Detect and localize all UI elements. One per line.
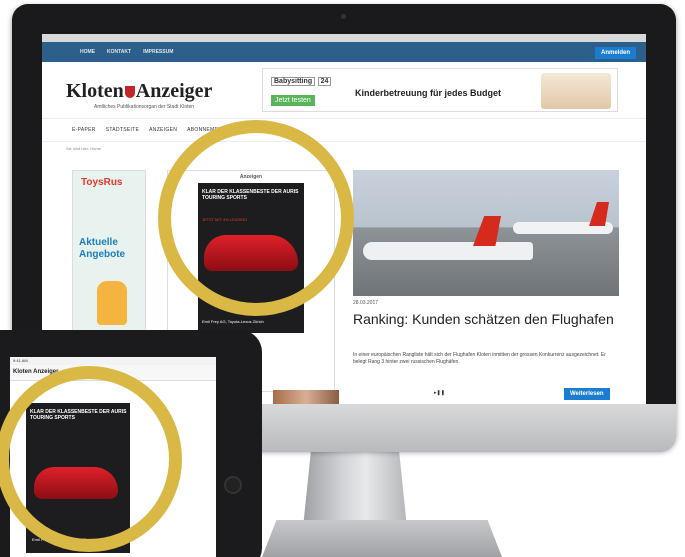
ipad-status-bar: 9:41 AM <box>10 357 216 365</box>
article-date: 28.03.2017 <box>353 300 379 306</box>
toysrus-logo: ToysRus <box>81 177 123 188</box>
slider-pager[interactable]: ▸❚❚ <box>434 390 445 396</box>
giraffe-mascot <box>97 281 127 325</box>
car-ad-dealer: Emil Frey AG, Toyota-Lexus Zürich <box>202 319 264 324</box>
device-mockup-scene: HOME KONTAKT IMPRESSUM Anmelden Kloten An… <box>0 0 685 557</box>
toysrus-text: Aktuelle Angebote <box>79 237 126 260</box>
read-more-button[interactable]: Weiterlesen <box>564 388 610 400</box>
article-headline[interactable]: Ranking: Kunden schätzen den Flughafen <box>353 310 623 328</box>
toysrus-ad[interactable]: ToysRus Aktuelle Angebote <box>72 170 146 332</box>
imac-stand-base <box>262 520 502 557</box>
article-excerpt: In einer europäischen Rangliste hält sic… <box>353 352 606 365</box>
highlight-ring-desktop <box>158 120 354 316</box>
apple-logo-icon <box>334 418 348 434</box>
article-hero-image[interactable] <box>353 170 619 296</box>
ipad-home-button-icon[interactable] <box>224 476 242 494</box>
news-thumbnail-strip[interactable] <box>273 390 339 404</box>
camera-icon <box>341 14 346 19</box>
plane-foreground <box>363 242 533 260</box>
highlight-ring-ipad <box>0 366 182 552</box>
